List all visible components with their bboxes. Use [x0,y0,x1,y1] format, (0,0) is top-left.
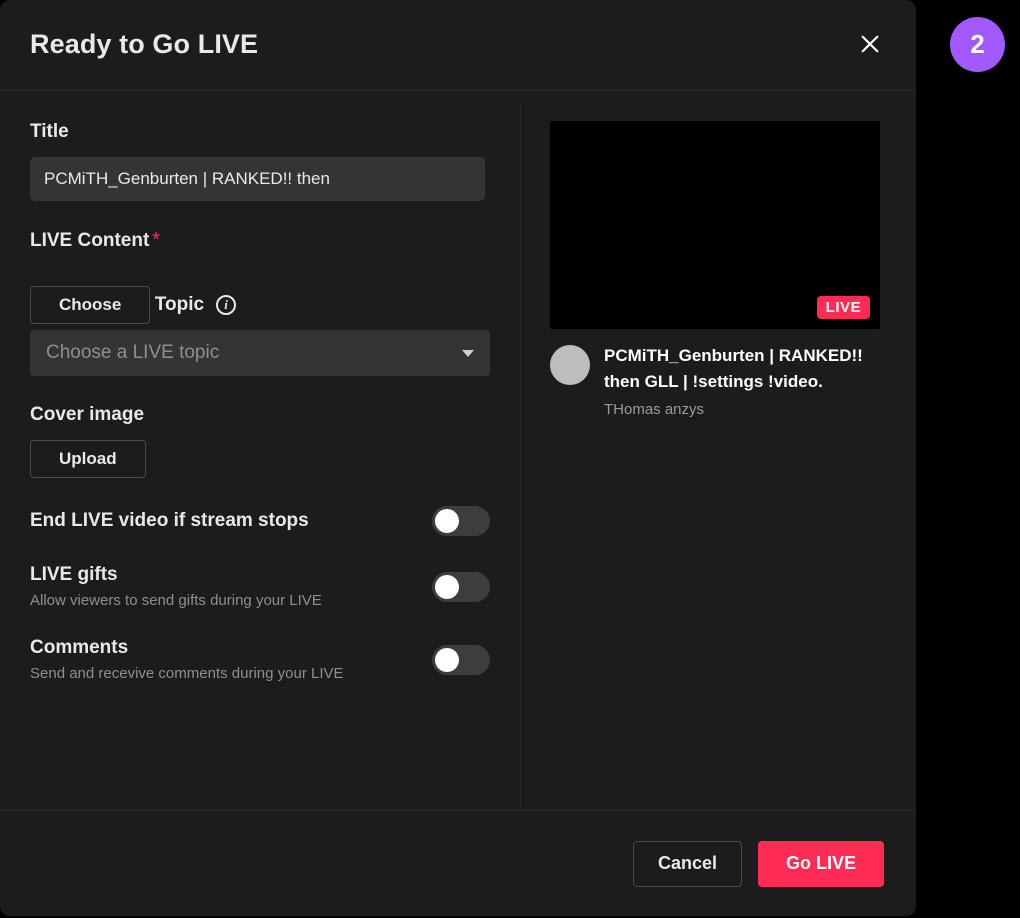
preview-meta: PCMiTH_Genburten | RANKED!! then GLL | !… [550,343,884,418]
topic-label: Topic [155,294,204,316]
live-content-label-text: LIVE Content [30,230,149,251]
go-live-button[interactable]: Go LIVE [758,841,884,887]
preview-title: PCMiTH_Genburten | RANKED!! then GLL | !… [604,343,884,396]
live-content-label: LIVE Content* [30,229,490,252]
preview-panel: LIVE PCMiTH_Genburten | RANKED!! then GL… [520,91,916,795]
step-badge: 2 [950,17,1005,72]
divider-vertical [520,104,521,808]
gifts-toggle-row: LIVE gifts Allow viewers to send gifts d… [30,564,490,609]
required-indicator: * [152,229,160,251]
modal-title: Ready to Go LIVE [30,29,258,60]
modal-header: Ready to Go LIVE [0,0,916,90]
end-stream-toggle[interactable] [432,506,490,536]
topic-select[interactable]: Choose a LIVE topic [30,330,490,376]
chevron-down-icon [462,350,474,357]
gifts-toggle[interactable] [432,572,490,602]
live-badge: LIVE [817,296,870,319]
info-icon[interactable]: i [216,295,236,315]
comments-toggle[interactable] [432,645,490,675]
upload-cover-button[interactable]: Upload [30,440,146,478]
close-icon [860,33,880,55]
form-panel: Title LIVE Content* Choose Topic i Choos… [0,91,520,795]
cover-image-label: Cover image [30,404,490,426]
end-stream-toggle-row: End LIVE video if stream stops [30,506,490,536]
choose-live-content-button[interactable]: Choose [30,286,150,324]
avatar [550,345,590,385]
modal-footer: Cancel Go LIVE [0,810,916,916]
gifts-toggle-subtitle: Allow viewers to send gifts during your … [30,592,322,609]
topic-label-row: Topic i [155,294,236,316]
preview-username: THomas anzys [604,401,884,418]
go-live-modal: Ready to Go LIVE Title LIVE Content* Cho… [0,0,916,916]
title-input[interactable] [30,157,485,201]
end-stream-toggle-label: End LIVE video if stream stops [30,510,309,532]
gifts-toggle-label: LIVE gifts [30,564,322,586]
comments-toggle-subtitle: Send and recevive comments during your L… [30,665,344,682]
topic-select-placeholder: Choose a LIVE topic [46,342,219,364]
stream-preview: LIVE [550,121,880,329]
close-button[interactable] [854,28,886,60]
title-label: Title [30,121,490,143]
comments-toggle-label: Comments [30,637,344,659]
comments-toggle-row: Comments Send and recevive comments duri… [30,637,490,682]
cancel-button[interactable]: Cancel [633,841,742,887]
